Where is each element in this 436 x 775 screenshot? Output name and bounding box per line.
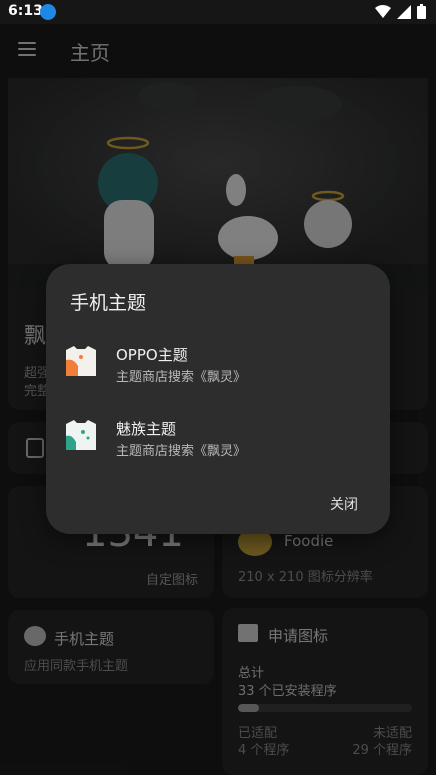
status-bar: 6:13 <box>0 0 436 24</box>
dialog-item-meizu-theme[interactable]: 魅族主题 主题商店搜索《飘灵》 <box>46 404 390 468</box>
dialog-item-subtitle: 主题商店搜索《飘灵》 <box>116 370 247 385</box>
status-icons <box>375 4 426 19</box>
status-time: 6:13 <box>8 3 43 19</box>
wifi-icon <box>375 4 391 18</box>
close-button[interactable]: 关闭 <box>318 488 370 520</box>
shirt-teal-icon <box>66 420 96 450</box>
signal-icon <box>397 4 411 19</box>
battery-icon <box>417 4 426 19</box>
shirt-orange-icon <box>66 346 96 376</box>
dialog-title: 手机主题 <box>70 292 147 314</box>
dialog-item-oppo-theme[interactable]: OPPO主题 主题商店搜索《飘灵》 <box>46 330 390 394</box>
dialog-item-subtitle: 主题商店搜索《飘灵》 <box>116 444 247 459</box>
dialog-item-title: OPPO主题 <box>116 346 188 364</box>
download-notification-icon <box>40 4 56 20</box>
dialog-item-title: 魅族主题 <box>116 420 177 438</box>
phone-theme-dialog: 手机主题 OPPO主题 主题商店搜索《飘灵》 魅族主题 主题商店搜索《飘灵》 关… <box>46 264 390 534</box>
